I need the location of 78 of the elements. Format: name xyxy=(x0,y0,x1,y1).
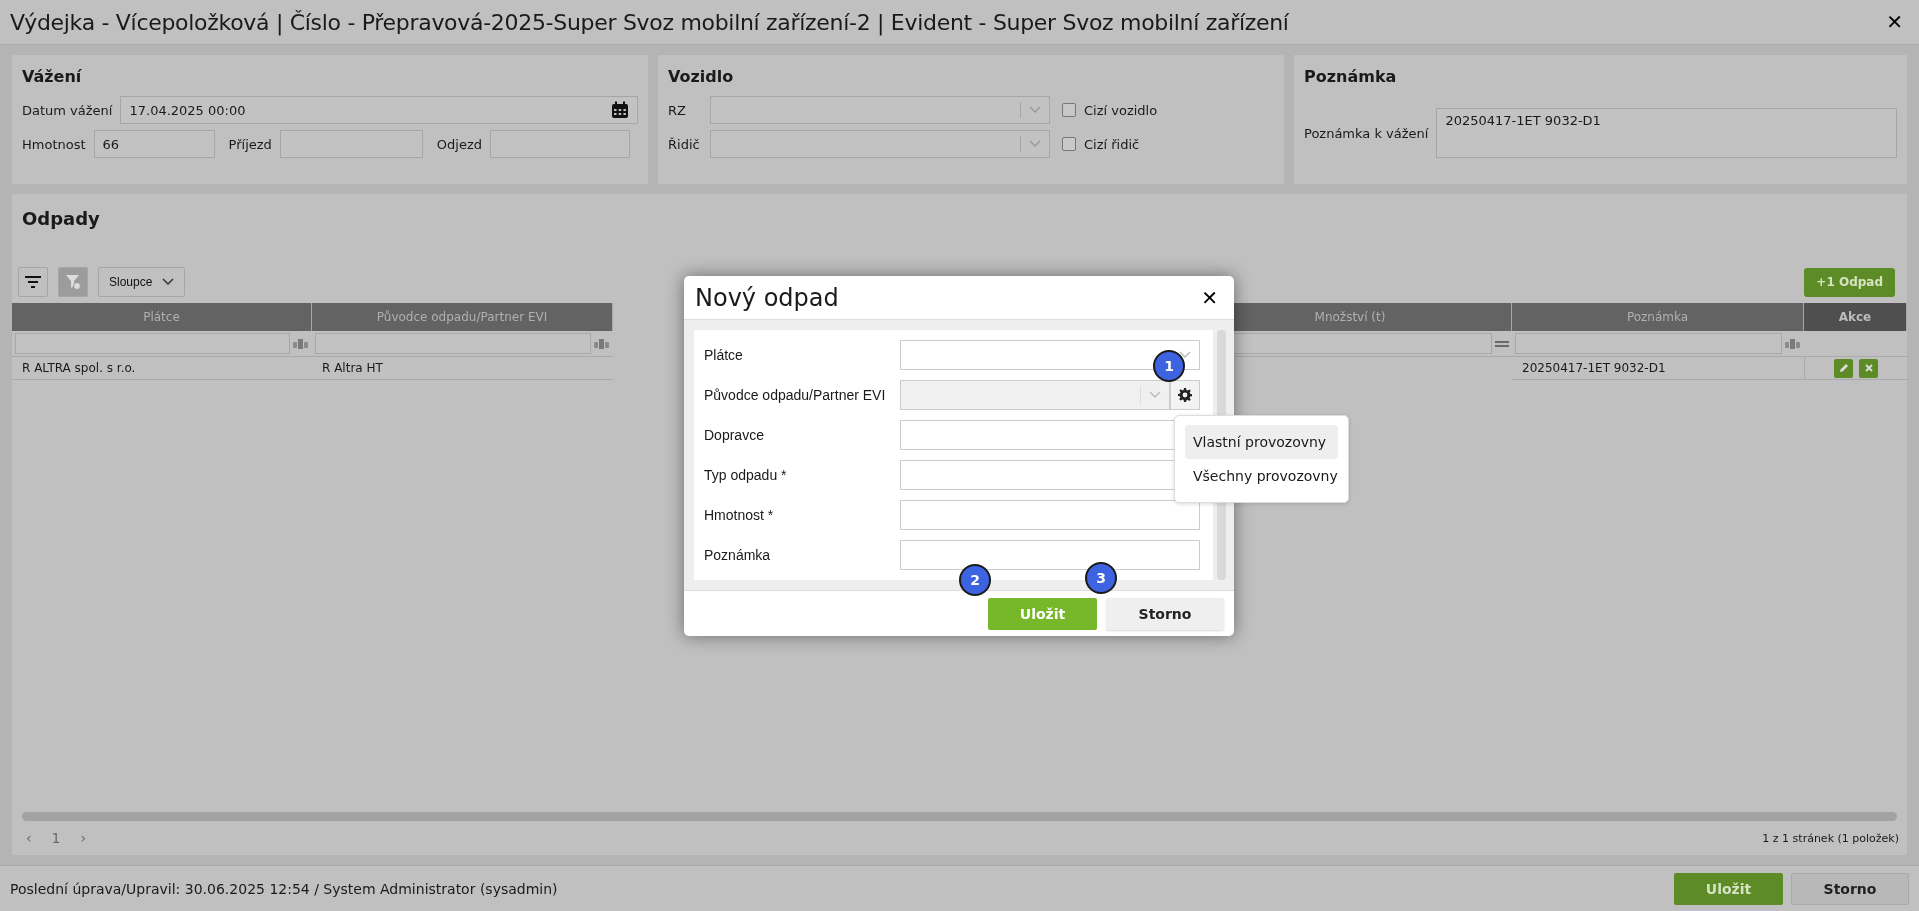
field-label: Hmotnost xyxy=(22,136,86,152)
field-label: Hmotnost * xyxy=(704,507,775,523)
column-header[interactable]: Poznámka xyxy=(1512,303,1804,331)
chevron-icon xyxy=(1149,391,1161,399)
save-button[interactable]: Uložit xyxy=(1674,872,1783,905)
filter-field[interactable] xyxy=(15,333,290,354)
checkbox[interactable] xyxy=(1062,137,1076,151)
field-label: Poznámka k vážení xyxy=(1304,125,1429,141)
column-header[interactable]: Původce odpadu/Partner EVI xyxy=(312,303,613,331)
checkbox-label: Cizí řidič xyxy=(1084,136,1140,152)
columns-dropdown[interactable]: Sloupce xyxy=(98,267,186,297)
field-label: Plátce xyxy=(704,347,744,363)
table-cell: R Altra HT xyxy=(312,357,613,380)
field-label: Řidič xyxy=(668,136,701,152)
panel-heading: Odpady xyxy=(21,207,101,231)
filter-clear-icon xyxy=(65,274,81,290)
filter-field[interactable] xyxy=(315,333,591,354)
note-field[interactable]: 20250417-1ET 9032-D1 xyxy=(1436,108,1897,158)
close-button[interactable]: ✕ xyxy=(1880,10,1909,34)
weight-field[interactable]: 66 xyxy=(93,130,215,158)
filter-icon xyxy=(25,276,41,288)
edit-button[interactable] xyxy=(1834,358,1853,378)
settings-icon xyxy=(1178,388,1192,402)
select-field[interactable] xyxy=(710,96,1050,124)
page-summary: 1 z 1 stránek (1 položek) xyxy=(1762,831,1899,845)
table-cell: 20250417-1ET 9032-D1 xyxy=(1512,357,1804,380)
field-label: Původce odpadu/Partner EVI xyxy=(704,387,887,403)
chevron-icon xyxy=(1179,351,1191,359)
delete-button[interactable] xyxy=(1859,358,1878,378)
column-header[interactable]: Akce xyxy=(1804,303,1907,331)
field-label: Příjezd xyxy=(228,136,272,152)
filter-type-icon xyxy=(293,337,309,350)
field-label: RZ xyxy=(668,102,687,118)
field-label: Odjezd xyxy=(436,136,482,152)
menu-item[interactable]: Všechny provozovny xyxy=(1185,459,1338,493)
arrival-field[interactable] xyxy=(279,130,423,158)
last-modified-text: Poslední úprava/Upravil: 30.06.2025 12:54 / System Administrator (sysadmin) xyxy=(10,880,558,897)
page-button[interactable]: 1 xyxy=(45,830,67,846)
equals-icon xyxy=(1495,339,1509,348)
chevron-icon xyxy=(1029,140,1041,148)
menu-item[interactable]: Vlastní provozovny xyxy=(1185,425,1338,459)
panel-heading: Vozidlo xyxy=(668,67,735,86)
column-header[interactable]: Plátce xyxy=(12,303,312,331)
departure-field[interactable] xyxy=(490,130,630,158)
clear-filter-button[interactable] xyxy=(58,267,88,297)
field-label: Typ odpadu * xyxy=(704,467,788,483)
calendar-icon xyxy=(611,101,629,119)
save-button[interactable]: Uložit xyxy=(988,597,1097,630)
input-field[interactable] xyxy=(900,540,1200,570)
add-waste-button[interactable]: +1 Odpad xyxy=(1804,267,1895,297)
dialog-title: Nový odpad xyxy=(695,283,840,312)
panel-heading: Poznámka xyxy=(1304,67,1398,86)
window-title: Výdejka - Vícepoložková | Číslo - Přepravová-2025-Super Svoz mobilní zařízení-2 | Evident - Super Svoz mobilní zařízení xyxy=(10,9,1290,35)
filter-type-icon xyxy=(594,337,610,350)
field-label: Datum vážení xyxy=(22,102,113,118)
previous-page-button[interactable]: ‹ xyxy=(20,830,38,846)
checkbox-label: Cizí vozidlo xyxy=(1084,102,1158,118)
table-cell: R ALTRA spol. s r.o. xyxy=(12,357,312,380)
scrollbar[interactable] xyxy=(22,812,1897,821)
filter-field[interactable] xyxy=(1515,333,1782,354)
field-label: Poznámka xyxy=(704,547,772,563)
close-icon xyxy=(1864,364,1873,372)
chevron-icon xyxy=(162,278,175,286)
field-label: Dopravce xyxy=(704,427,765,443)
pencil-icon xyxy=(1838,363,1849,373)
select-field[interactable] xyxy=(900,340,1200,370)
next-page-button[interactable]: › xyxy=(74,830,93,846)
chevron-icon xyxy=(1029,106,1041,114)
date-field[interactable]: 17.04.2025 00:00 xyxy=(120,96,638,124)
filter-type-icon xyxy=(1785,337,1801,350)
panel-heading: Vážení xyxy=(22,67,83,86)
settings-button[interactable] xyxy=(1170,380,1200,410)
checkbox[interactable] xyxy=(1062,103,1076,117)
filter-button[interactable] xyxy=(18,267,48,297)
cancel-button[interactable]: Storno xyxy=(1106,597,1224,630)
select-field[interactable] xyxy=(710,130,1050,158)
input-field[interactable] xyxy=(900,500,1200,530)
cancel-button[interactable]: Storno xyxy=(1791,872,1909,905)
